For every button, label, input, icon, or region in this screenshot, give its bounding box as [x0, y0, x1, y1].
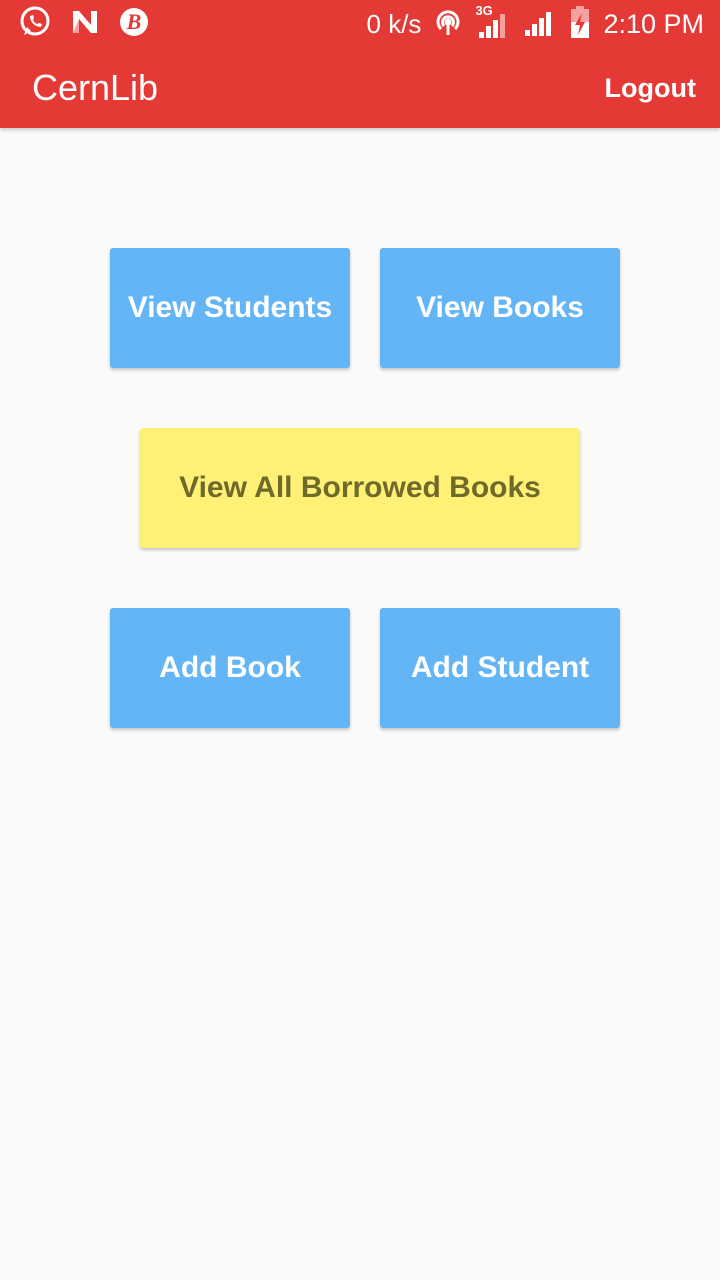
- status-bar: B 0 k/s 3G 2:10 PM: [0, 0, 720, 48]
- status-bar-right: 0 k/s 3G 2:10 PM: [366, 4, 704, 43]
- svg-text:B: B: [126, 9, 142, 34]
- view-students-button[interactable]: View Students: [110, 248, 350, 368]
- signal-3g-icon: 3G: [475, 4, 511, 40]
- network-speed: 0 k/s: [366, 9, 422, 39]
- status-time: 2:10 PM: [603, 9, 704, 39]
- add-book-button[interactable]: Add Book: [110, 608, 350, 728]
- n-notification-icon: [70, 7, 100, 42]
- app-title: CernLib: [32, 67, 159, 108]
- status-bar-left-icons: B: [18, 6, 150, 43]
- b-notification-icon: B: [118, 6, 150, 43]
- hotspot-icon: [433, 7, 463, 42]
- app-bar: CernLib Logout: [0, 48, 720, 128]
- signal-icon: [523, 6, 557, 43]
- view-books-button[interactable]: View Books: [380, 248, 620, 368]
- logout-button[interactable]: Logout: [605, 72, 696, 104]
- view-all-borrowed-books-button[interactable]: View All Borrowed Books: [140, 428, 580, 548]
- battery-charging-icon: [569, 5, 591, 44]
- whatsapp-icon: [18, 5, 52, 44]
- add-student-button[interactable]: Add Student: [380, 608, 620, 728]
